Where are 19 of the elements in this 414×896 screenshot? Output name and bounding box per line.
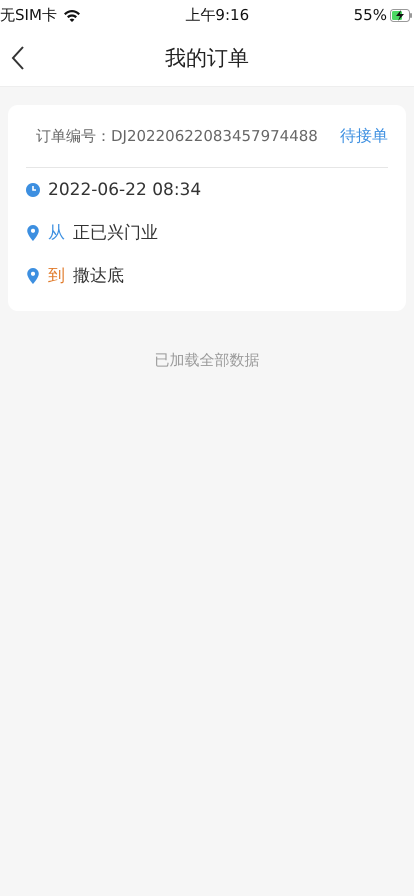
order-number: 订单编号：DJ20220622083457974488 xyxy=(36,126,318,146)
battery-charging-icon xyxy=(390,8,412,22)
order-status: 待接单 xyxy=(340,126,388,146)
location-pin-icon xyxy=(26,224,40,240)
page-title: 我的订单 xyxy=(165,45,249,72)
order-card[interactable]: 订单编号：DJ20220622083457974488 待接单 2022-06-22 08:34 从 正已兴门业 到 撒达底 xyxy=(8,105,406,311)
wifi-icon xyxy=(62,8,81,22)
clock: 上午9:16 xyxy=(185,6,250,24)
battery-percent: 55% xyxy=(354,6,387,24)
route-tag: 从 xyxy=(48,221,65,244)
clock-icon xyxy=(26,182,40,198)
address: 正已兴门业 xyxy=(73,222,158,244)
address: 撒达底 xyxy=(73,265,124,287)
carrier: 无SIM卡 xyxy=(0,6,57,24)
route-tag: 到 xyxy=(48,264,65,287)
back-icon[interactable] xyxy=(10,44,26,72)
order-time: 2022-06-22 08:34 xyxy=(48,180,202,200)
location-pin-icon xyxy=(26,268,40,284)
loaded-all-text: 已加载全部数据 xyxy=(154,351,260,370)
